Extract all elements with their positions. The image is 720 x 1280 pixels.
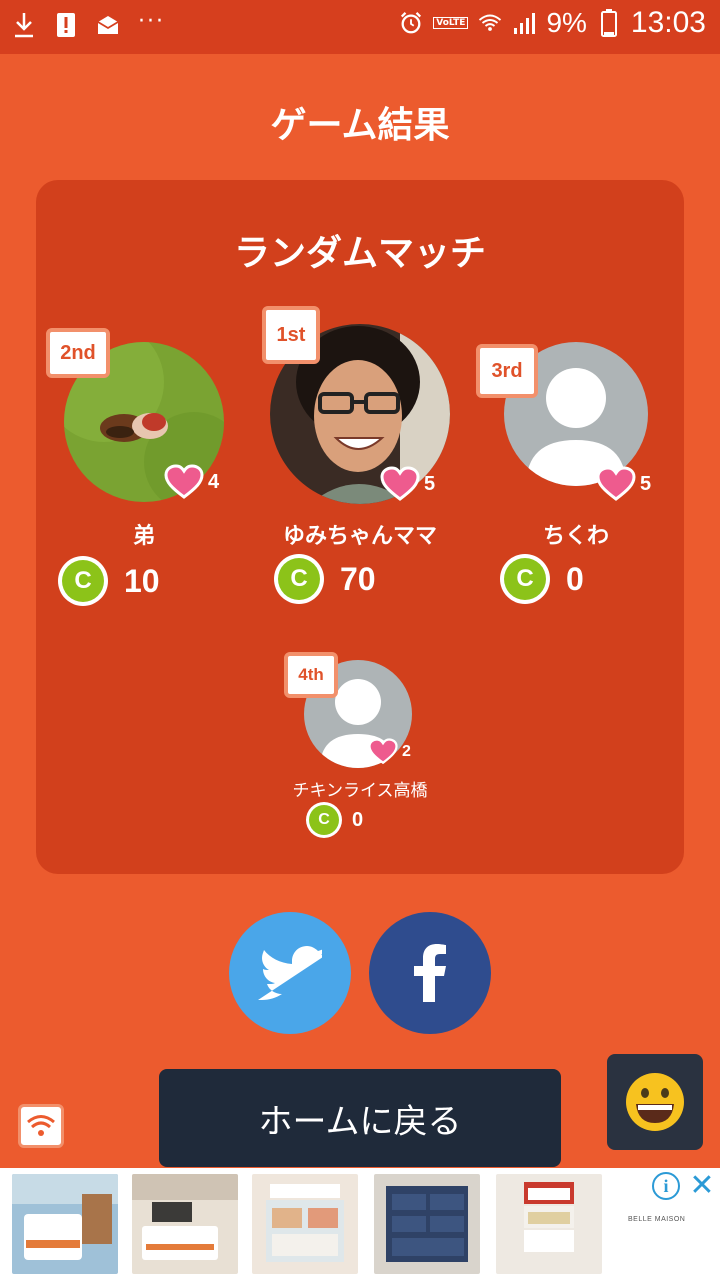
coin-icon: C (274, 554, 324, 604)
clock: 13:03 (630, 6, 706, 39)
player-name: 弟 (132, 524, 155, 549)
download-icon (12, 10, 36, 40)
like-count: 5 (596, 466, 651, 502)
player-card-1st[interactable]: 1st 5 ゆみちゃんママ C 70 (260, 304, 470, 604)
home-button[interactable]: ホームに戻る (159, 1069, 561, 1167)
facebook-share-button[interactable] (369, 912, 491, 1034)
ad-product-image[interactable] (496, 1174, 602, 1274)
player-name: チキンライス高橋 (292, 781, 428, 801)
coin-count: C 0 (306, 802, 363, 838)
result-card: ランダムマッチ 2nd 4 弟 C 10 1st 5 ゆみちゃんママ C 70 … (36, 180, 684, 874)
facebook-icon (414, 944, 446, 1002)
alert-icon (54, 10, 78, 40)
heart-icon (380, 466, 420, 501)
coin-icon: C (500, 554, 550, 604)
ad-close-icon[interactable]: ✕ (686, 1168, 718, 1203)
heart-icon (164, 464, 204, 499)
more-notifications-icon: ··· (138, 8, 165, 34)
smiley-face-icon (626, 1073, 684, 1131)
like-count: 5 (380, 466, 435, 502)
twitter-share-button[interactable] (229, 912, 351, 1034)
player-name: ちくわ (542, 524, 609, 549)
signal-icon (512, 8, 536, 38)
coin-icon: C (306, 802, 342, 838)
heart-icon (368, 738, 398, 765)
like-count: 2 (368, 738, 411, 765)
match-mode-title: ランダムマッチ (233, 233, 486, 274)
coin-count: C 0 (500, 554, 584, 604)
wifi-icon (27, 1115, 55, 1136)
rank-badge: 4th (284, 652, 338, 698)
wifi-icon (478, 8, 502, 38)
ad-product-image[interactable] (12, 1174, 118, 1274)
volte-indicator: VoLTE (433, 17, 469, 29)
player-card-4th[interactable]: 4th 2 チキンライス高橋 C 0 (260, 648, 460, 838)
coin-icon: C (58, 556, 108, 606)
rank-badge: 1st (262, 306, 320, 364)
rank-badge: 2nd (46, 328, 110, 378)
like-count: 4 (164, 464, 219, 500)
mail-icon (96, 10, 120, 40)
twitter-icon (258, 946, 322, 1000)
ad-product-image[interactable] (132, 1174, 238, 1274)
connection-status-button[interactable] (18, 1104, 64, 1148)
ad-banner[interactable]: BELLE MAISON i ✕ (0, 1168, 720, 1280)
coin-count: C 10 (58, 556, 160, 606)
stamp-button[interactable] (607, 1054, 703, 1150)
player-card-2nd[interactable]: 2nd 4 弟 C 10 (46, 304, 246, 606)
player-card-3rd[interactable]: 3rd 5 ちくわ C 0 (476, 340, 676, 610)
coin-count: C 70 (274, 554, 376, 604)
heart-icon (596, 466, 636, 501)
ad-product-image[interactable] (374, 1174, 480, 1274)
ad-info-icon[interactable]: i (652, 1172, 680, 1200)
rank-badge: 3rd (476, 344, 538, 398)
alarm-icon (399, 8, 423, 38)
player-name: ゆみちゃんママ (282, 524, 437, 549)
ad-brand-logo[interactable]: BELLE MAISON (628, 1216, 685, 1223)
battery-icon (597, 8, 621, 38)
page-title: ゲーム結果 (270, 105, 450, 146)
status-bar: ··· VoLTE 9% 13:03 (0, 0, 720, 54)
battery-percent: 9% (546, 7, 587, 38)
ad-product-image[interactable] (252, 1174, 358, 1274)
